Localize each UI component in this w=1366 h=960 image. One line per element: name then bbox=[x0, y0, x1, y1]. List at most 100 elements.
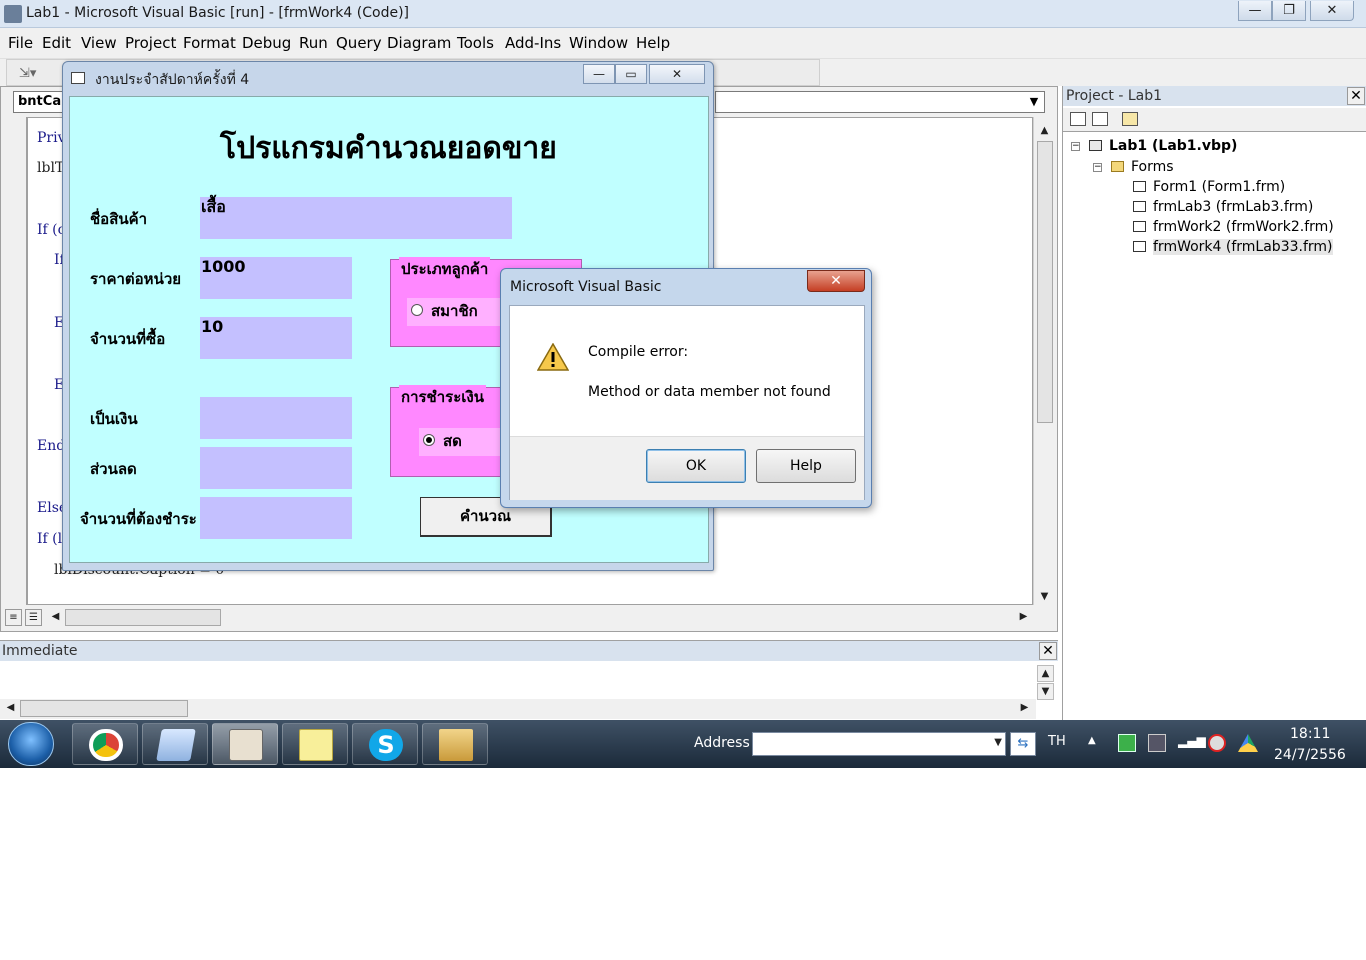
hscroll-thumb[interactable] bbox=[20, 700, 188, 717]
scroll-up-icon[interactable]: ▲ bbox=[1036, 123, 1053, 140]
project-icon bbox=[1089, 140, 1102, 151]
collapse-icon[interactable]: − bbox=[1071, 142, 1080, 151]
scroll-down-icon[interactable]: ▼ bbox=[1036, 589, 1053, 606]
frame-payment-caption: การชำระเงิน bbox=[399, 385, 486, 409]
volume-muted-icon[interactable] bbox=[1208, 734, 1226, 752]
project-explorer-title: Project - Lab1 bbox=[1063, 86, 1366, 106]
scroll-left-icon[interactable]: ◀ bbox=[47, 609, 64, 626]
immediate-close-button[interactable]: ✕ bbox=[1039, 642, 1057, 660]
windows-taskbar: S Address ▼ ⇆ TH ▲ ▂▄▆ 18:11 24/7/2556 bbox=[0, 720, 1366, 768]
clock-time[interactable]: 18:11 bbox=[1290, 726, 1330, 742]
menu-help[interactable]: Help bbox=[636, 34, 670, 52]
chevron-down-icon[interactable]: ▼ bbox=[1026, 94, 1042, 110]
add-project-icon[interactable]: ⇲▾ bbox=[19, 66, 43, 82]
tray-app-icon[interactable] bbox=[1118, 734, 1136, 752]
close-button[interactable]: ✕ bbox=[1310, 1, 1354, 21]
dialog-title: Microsoft Visual Basic bbox=[510, 279, 662, 295]
scroll-down-icon[interactable]: ▼ bbox=[1037, 683, 1054, 700]
dialog-button-bar: OK Help bbox=[510, 436, 864, 500]
menu-edit[interactable]: Edit bbox=[42, 34, 71, 52]
scroll-thumb[interactable] bbox=[1037, 141, 1053, 423]
form-file-icon bbox=[1133, 241, 1146, 252]
taskbar-explorer[interactable] bbox=[422, 723, 488, 765]
folder-icon bbox=[439, 729, 473, 761]
google-drive-icon[interactable] bbox=[1238, 734, 1258, 752]
textbox-product-name[interactable]: เสื้อ bbox=[200, 197, 512, 239]
tree-forms-folder[interactable]: Forms bbox=[1131, 159, 1174, 175]
taskbar-visual-basic[interactable] bbox=[212, 723, 278, 765]
menu-diagram[interactable]: Diagram bbox=[387, 34, 451, 52]
immediate-title: Immediate bbox=[0, 641, 1058, 661]
textbox-discount[interactable] bbox=[200, 447, 352, 489]
textbox-quantity[interactable]: 10 bbox=[200, 317, 352, 359]
taskbar-sticky-notes[interactable] bbox=[282, 723, 348, 765]
minimize-button[interactable]: — bbox=[1238, 1, 1272, 21]
scroll-left-icon[interactable]: ◀ bbox=[2, 700, 19, 717]
form-minimize-button[interactable]: — bbox=[583, 64, 615, 84]
form-close-button[interactable]: ✕ bbox=[649, 64, 705, 84]
start-button[interactable] bbox=[8, 722, 54, 766]
view-code-icon[interactable] bbox=[1070, 112, 1086, 126]
full-module-view-icon[interactable]: ☰ bbox=[25, 609, 42, 626]
view-object-icon[interactable] bbox=[1092, 112, 1108, 126]
power-plug-icon[interactable] bbox=[1148, 734, 1166, 752]
clock-date[interactable]: 24/7/2556 bbox=[1274, 747, 1346, 763]
scroll-up-icon[interactable]: ▲ bbox=[1037, 665, 1054, 682]
language-indicator[interactable]: TH bbox=[1048, 734, 1066, 749]
tree-form-item[interactable]: frmWork2 (frmWork2.frm) bbox=[1153, 219, 1334, 235]
title-bar: Lab1 - Microsoft Visual Basic [run] - [f… bbox=[0, 0, 1366, 28]
menu-format[interactable]: Format bbox=[183, 34, 236, 52]
label-product-name: ชื่อสินค้า bbox=[90, 210, 148, 228]
project-explorer-close-button[interactable]: ✕ bbox=[1347, 87, 1365, 105]
menu-query[interactable]: Query bbox=[336, 34, 382, 52]
show-hidden-icons-icon[interactable]: ▲ bbox=[1088, 735, 1096, 746]
textbox-unit-price[interactable]: 1000 bbox=[200, 257, 352, 299]
tree-project-node[interactable]: Lab1 (Lab1.vbp) bbox=[1109, 138, 1237, 154]
code-horizontal-scrollbar[interactable]: ≡ ☰ ◀ ▶ bbox=[1, 607, 1041, 627]
menu-run[interactable]: Run bbox=[299, 34, 328, 52]
label-total-due: จำนวนที่ต้องชำระ bbox=[80, 510, 197, 528]
scroll-right-icon[interactable]: ▶ bbox=[1016, 700, 1033, 717]
menu-file[interactable]: File bbox=[8, 34, 33, 52]
menu-window[interactable]: Window bbox=[569, 34, 628, 52]
menu-tools[interactable]: Tools bbox=[457, 34, 494, 52]
immediate-horizontal-scrollbar[interactable]: ◀ ▶ bbox=[0, 699, 1036, 719]
network-signal-icon[interactable]: ▂▄▆ bbox=[1178, 734, 1206, 748]
help-button[interactable]: Help bbox=[756, 449, 856, 483]
tree-form-item-selected[interactable]: frmWork4 (frmLab33.frm) bbox=[1153, 239, 1333, 255]
tree-form-item[interactable]: frmLab3 (frmLab3.frm) bbox=[1153, 199, 1313, 215]
go-icon[interactable]: ⇆ bbox=[1010, 732, 1036, 756]
code-line: If (l bbox=[37, 531, 63, 547]
taskbar-skype[interactable]: S bbox=[352, 723, 418, 765]
procedure-view-icon[interactable]: ≡ bbox=[5, 609, 22, 626]
form-file-icon bbox=[1133, 221, 1146, 232]
chevron-down-icon[interactable]: ▼ bbox=[994, 737, 1002, 748]
restore-button[interactable]: ❐ bbox=[1272, 1, 1306, 21]
form-icon bbox=[71, 72, 85, 84]
textbox-total-due[interactable] bbox=[200, 497, 352, 539]
scroll-right-icon[interactable]: ▶ bbox=[1015, 609, 1032, 626]
taskbar-chrome[interactable] bbox=[72, 723, 138, 765]
procedure-combo[interactable]: ▼ bbox=[715, 91, 1045, 113]
menu-add-ins[interactable]: Add-Ins bbox=[505, 34, 561, 52]
collapse-icon[interactable]: − bbox=[1093, 163, 1102, 172]
tree-form-item[interactable]: Form1 (Form1.frm) bbox=[1153, 179, 1285, 195]
hscroll-thumb[interactable] bbox=[65, 609, 221, 626]
menu-project[interactable]: Project bbox=[125, 34, 176, 52]
frame-customer-type-caption: ประเภทลูกค้า bbox=[399, 257, 491, 281]
form-maximize-button[interactable]: ▭ bbox=[615, 64, 647, 84]
label-quantity: จำนวนที่ซื้อ bbox=[90, 330, 166, 348]
radio-selected-icon[interactable] bbox=[423, 433, 435, 446]
immediate-window[interactable]: Immediate ✕ ▲ ▼ ◀ ▶ bbox=[0, 640, 1058, 720]
dialog-close-button[interactable]: ✕ bbox=[807, 270, 865, 292]
toggle-folders-icon[interactable] bbox=[1122, 112, 1138, 126]
address-input[interactable]: ▼ bbox=[752, 732, 1006, 756]
menu-debug[interactable]: Debug bbox=[242, 34, 291, 52]
vb6-app-icon[interactable] bbox=[4, 5, 22, 23]
taskbar-notepad[interactable] bbox=[142, 723, 208, 765]
code-vertical-scrollbar[interactable]: ▲ ▼ bbox=[1033, 117, 1055, 606]
radio-unselected-icon[interactable] bbox=[411, 303, 423, 316]
ok-button[interactable]: OK bbox=[646, 449, 746, 483]
menu-view[interactable]: View bbox=[81, 34, 117, 52]
textbox-amount[interactable] bbox=[200, 397, 352, 439]
